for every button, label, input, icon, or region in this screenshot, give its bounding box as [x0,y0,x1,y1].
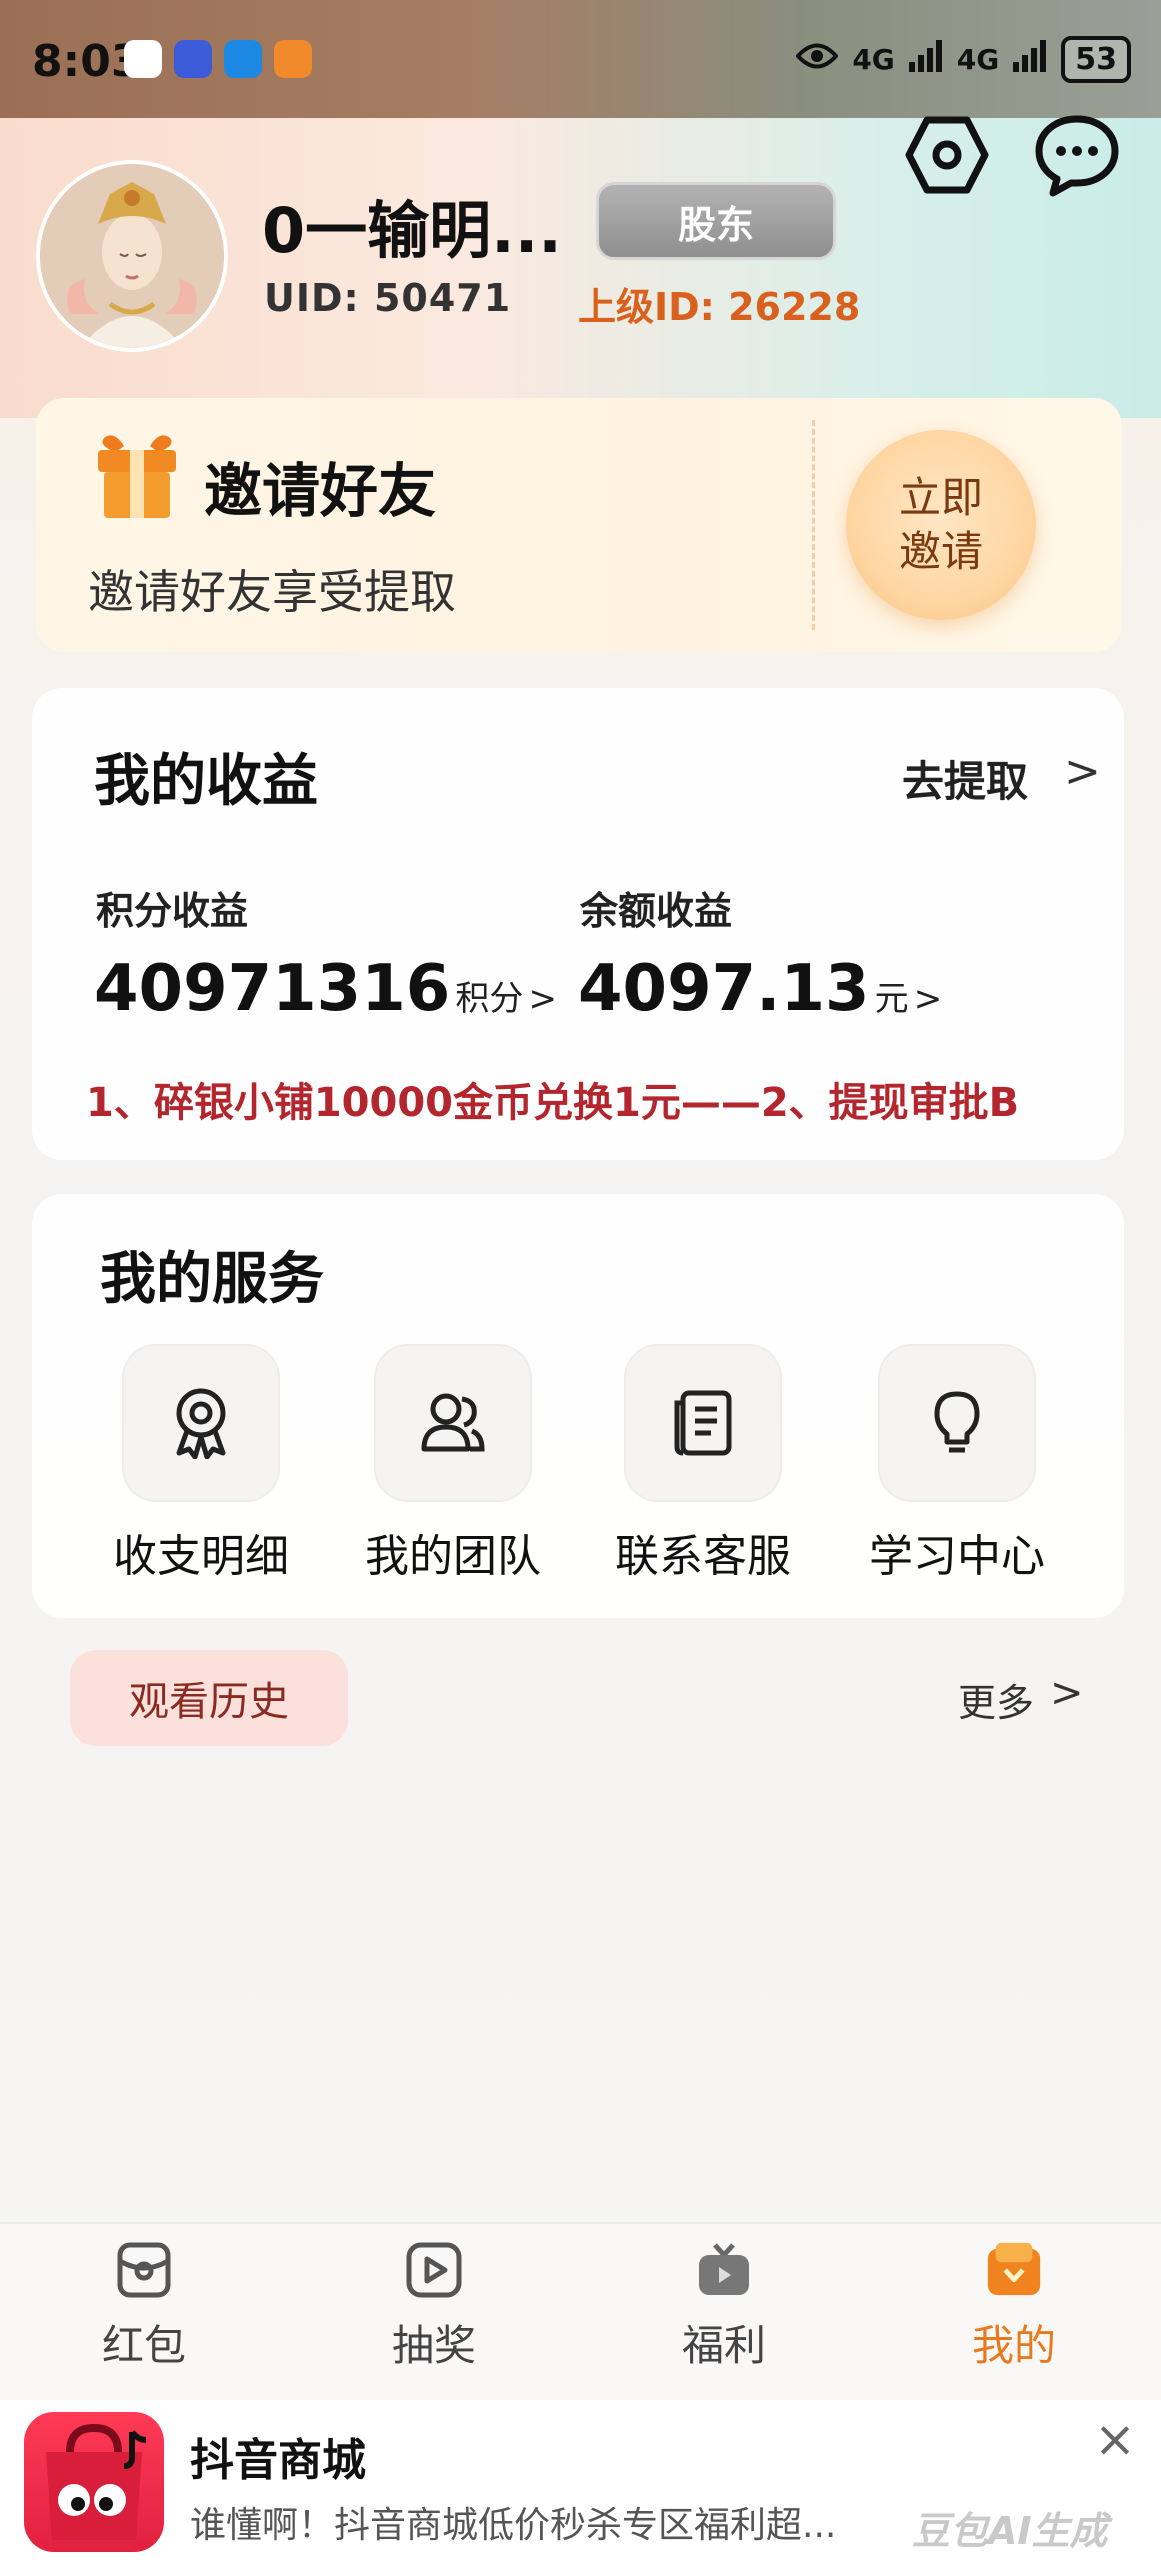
points-label: 积分收益 [96,889,249,933]
service-label: 联系客服 [615,1531,791,1582]
nav-item-red-packet[interactable]: 红包 [44,2240,244,2373]
nav-item-mine[interactable]: 我的 [914,2240,1114,2373]
nav-label: 我的 [971,2321,1056,2370]
team-icon [374,1344,532,1502]
status-indicators: 4G 4G 53 [795,36,1131,83]
lightbulb-icon [878,1344,1036,1502]
nav-label: 福利 [681,2321,766,2370]
balance-earnings[interactable]: 4097.13 元 > [578,952,942,1026]
chevron-right-icon: > [913,979,943,1019]
balance-unit: 元 [874,979,909,1019]
close-icon[interactable]: × [1094,2410,1136,2468]
service-label: 学习中心 [869,1531,1045,1582]
watermark: 豆包AI生成 [912,2509,1108,2553]
notification-app-icon [174,40,212,78]
avatar-image [40,164,224,348]
invite-divider [812,420,815,630]
parent-id-text: 上级ID: 26228 [578,285,861,329]
service-income-details[interactable]: 收支明细 [106,1344,296,1584]
eye-icon [795,41,840,78]
points-value: 40971316 [94,952,451,1026]
chevron-right-icon: > [528,979,557,1019]
battery-indicator: 53 [1061,36,1131,83]
chevron-right-icon[interactable]: > [1050,1670,1084,1716]
service-contact-support[interactable]: 联系客服 [608,1344,798,1584]
ad-description: 谁懂啊！抖音商城低价秒杀专区福利超... [190,2505,837,2546]
document-icon [624,1344,782,1502]
signal-icon [908,40,943,79]
douyin-mall-logo [24,2412,164,2552]
points-earnings[interactable]: 40971316 积分 > [94,952,557,1026]
service-my-team[interactable]: 我的团队 [358,1344,548,1584]
medal-icon [122,1344,280,1502]
invite-button-line1: 立即 [898,473,983,522]
invite-button-line2: 邀请 [898,527,983,576]
message-icon[interactable] [1032,110,1122,200]
network-label-2: 4G [956,43,1000,76]
settings-hexagon-icon[interactable] [902,110,992,200]
notification-app-icon [274,40,312,78]
ad-title: 抖音商城 [190,2435,366,2486]
tab-watch-history[interactable]: 观看历史 [70,1650,348,1746]
more-link[interactable]: 更多 [958,1672,1034,1727]
balance-label: 余额收益 [580,889,733,933]
username: 0一输明... [262,194,562,267]
balance-value: 4097.13 [578,952,870,1026]
invite-subtitle: 邀请好友享受提取 [88,565,456,619]
notification-app-icon [124,40,162,78]
role-badge: 股东 [596,182,836,260]
service-label: 我的团队 [365,1531,541,1582]
network-label-1: 4G [852,43,895,76]
profile-icon [984,2240,1044,2300]
points-unit: 积分 [455,979,524,1019]
red-packet-icon [114,2240,174,2300]
signal-icon [1013,40,1047,79]
invite-now-button[interactable]: 立即 邀请 [846,430,1036,620]
nav-label: 抽奖 [391,2321,476,2370]
chevron-right-icon[interactable]: > [1064,746,1101,797]
withdraw-link[interactable]: 去提取 [902,748,1028,809]
scrolling-notice: 1、碎银小铺10000金币兑换1元——2、提现审批B [86,1080,1020,1126]
nav-label: 红包 [101,2321,186,2370]
nav-item-lottery[interactable]: 抽奖 [334,2240,534,2373]
notification-app-icon [224,40,262,78]
avatar[interactable] [36,160,228,352]
service-learning-center[interactable]: 学习中心 [862,1344,1052,1584]
services-title: 我的服务 [100,1247,324,1312]
invite-title: 邀请好友 [204,457,437,525]
uid-text: UID: 50471 [264,276,512,320]
gift-icon [94,428,180,526]
earnings-title: 我的收益 [94,749,318,814]
service-label: 收支明细 [113,1531,289,1582]
play-icon [404,2240,464,2300]
tv-icon [694,2240,754,2300]
nav-item-welfare[interactable]: 福利 [624,2240,824,2373]
